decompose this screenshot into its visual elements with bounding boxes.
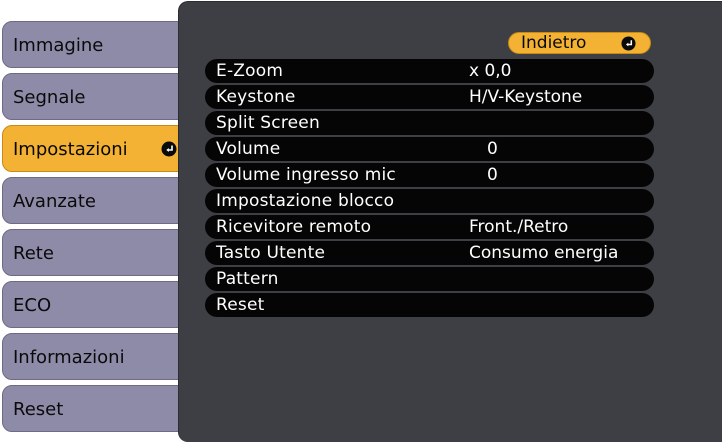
row-value: Front./Retro	[469, 217, 569, 237]
menu-row-pattern[interactable]: Pattern	[205, 266, 654, 292]
row-label: Reset	[216, 295, 265, 315]
row-label: Impostazione blocco	[216, 191, 395, 211]
sidebar-item-impostazioni[interactable]: Impostazioni	[2, 125, 188, 172]
sidebar-item-segnale[interactable]: Segnale	[2, 73, 188, 120]
menu-row-keystone[interactable]: Keystone H/V-Keystone	[205, 84, 654, 110]
settings-menu: E-Zoom x 0,0 Keystone H/V-Keystone Split…	[205, 58, 654, 318]
sidebar-item-label: Avanzate	[13, 191, 96, 212]
row-value: H/V-Keystone	[469, 87, 583, 107]
row-label: E-Zoom	[216, 61, 284, 81]
back-button-label: Indietro	[521, 33, 587, 53]
menu-row-tasto-utente[interactable]: Tasto Utente Consumo energia	[205, 240, 654, 266]
sidebar-item-label: Reset	[13, 399, 64, 420]
row-value: 0	[487, 165, 498, 185]
row-label: Volume	[216, 139, 281, 159]
row-value: Consumo energia	[469, 243, 619, 263]
row-value: x 0,0	[469, 61, 512, 81]
menu-row-reset[interactable]: Reset	[205, 292, 654, 318]
row-label: Volume ingresso mic	[216, 165, 396, 185]
sidebar-item-immagine[interactable]: Immagine	[2, 21, 188, 68]
row-label: Ricevitore remoto	[216, 217, 372, 237]
sidebar-item-label: Rete	[13, 243, 54, 264]
menu-row-volume[interactable]: Volume 0	[205, 136, 654, 162]
sidebar-item-eco[interactable]: ECO	[2, 281, 188, 328]
sidebar-item-avanzate[interactable]: Avanzate	[2, 177, 188, 224]
menu-row-volume-ingresso-mic[interactable]: Volume ingresso mic 0	[205, 162, 654, 188]
sidebar-item-informazioni[interactable]: Informazioni	[2, 333, 188, 380]
sidebar-item-label: Immagine	[13, 35, 104, 56]
sidebar-item-rete[interactable]: Rete	[2, 229, 188, 276]
row-label: Split Screen	[216, 113, 320, 133]
row-value: 0	[487, 139, 498, 159]
menu-row-e-zoom[interactable]: E-Zoom x 0,0	[205, 58, 654, 84]
enter-icon	[161, 141, 177, 156]
back-button[interactable]: Indietro	[508, 32, 651, 54]
menu-row-split-screen[interactable]: Split Screen	[205, 110, 654, 136]
sidebar-item-label: ECO	[13, 295, 52, 316]
sidebar-item-label: Segnale	[13, 87, 86, 108]
menu-row-ricevitore-remoto[interactable]: Ricevitore remoto Front./Retro	[205, 214, 654, 240]
row-label: Keystone	[216, 87, 296, 107]
enter-icon	[621, 36, 636, 51]
menu-row-impostazione-blocco[interactable]: Impostazione blocco	[205, 188, 654, 214]
row-label: Pattern	[216, 269, 279, 289]
sidebar: Immagine Segnale Impostazioni Avanzate R…	[0, 0, 192, 442]
sidebar-item-label: Impostazioni	[13, 139, 128, 160]
sidebar-item-label: Informazioni	[13, 347, 125, 368]
row-background	[205, 293, 654, 317]
row-label: Tasto Utente	[216, 243, 326, 263]
sidebar-item-reset[interactable]: Reset	[2, 385, 188, 432]
